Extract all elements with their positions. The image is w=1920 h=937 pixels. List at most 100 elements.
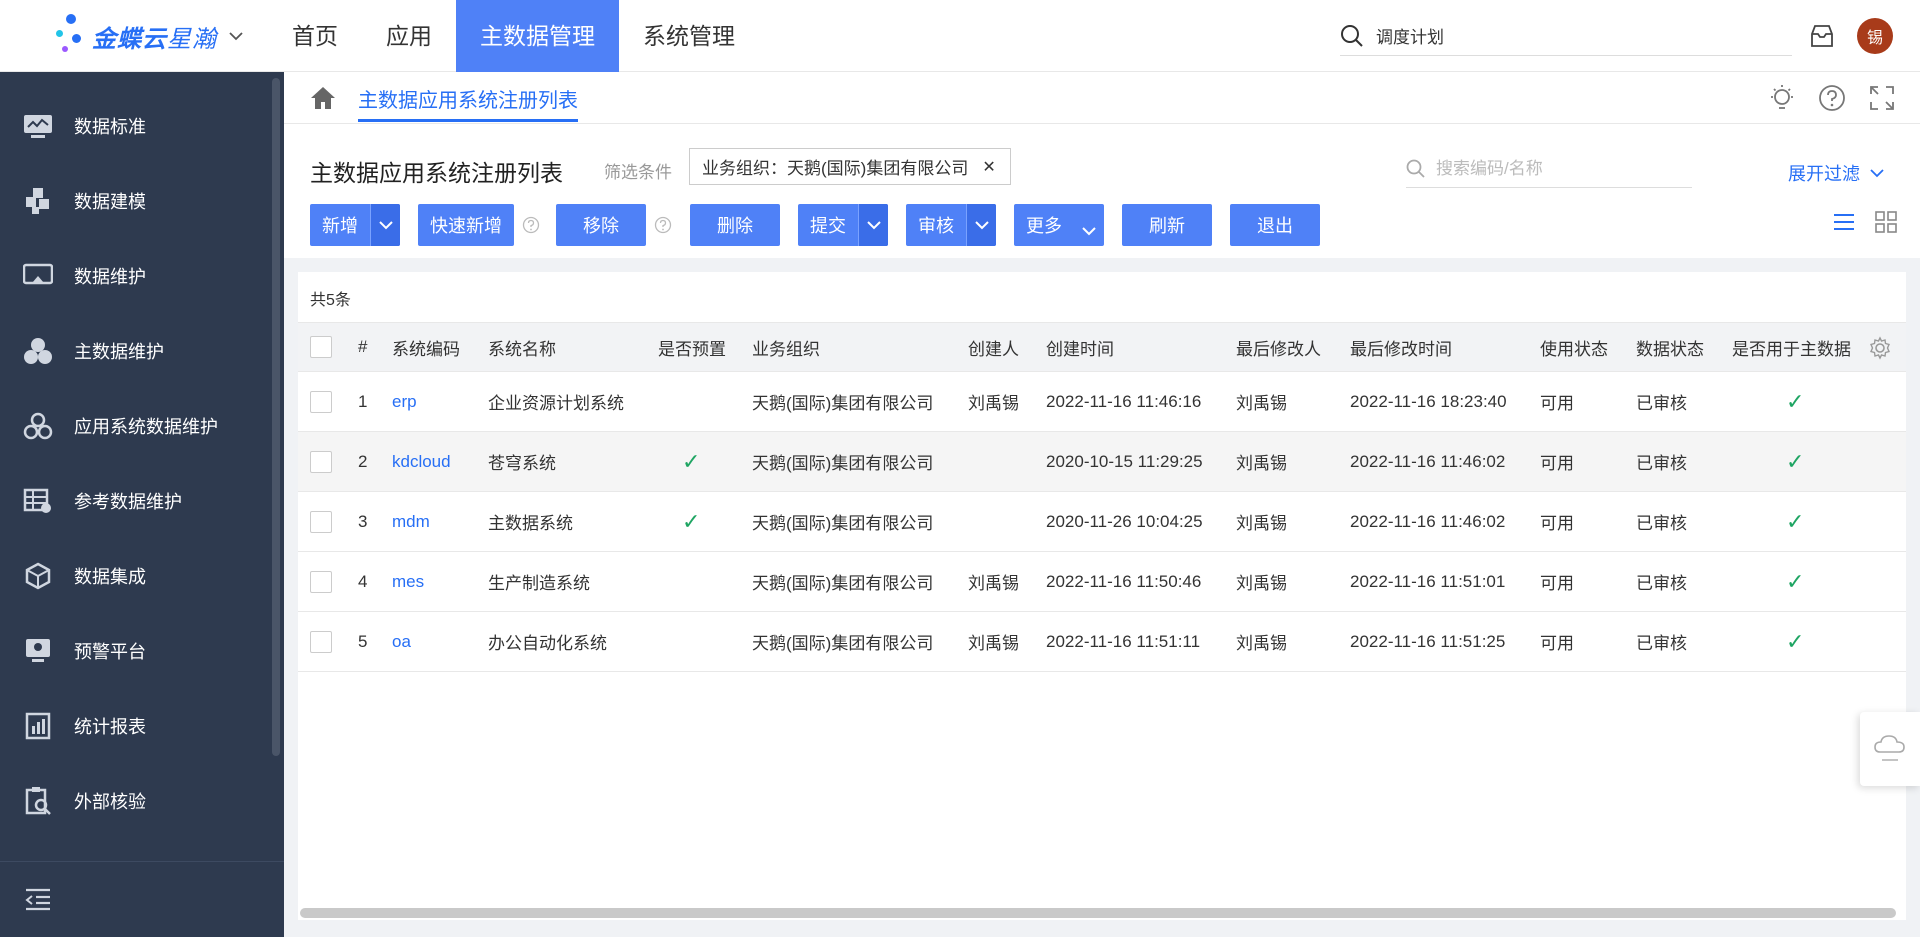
- table-row[interactable]: 4 mes 生产制造系统 天鹅(国际)集团有限公司 刘禹锡 2022-11-16 11:5…: [298, 552, 1906, 612]
- cell-modified: 2022-11-16 18:23:40: [1350, 391, 1507, 411]
- search-icon[interactable]: [1406, 159, 1426, 179]
- col-modifier[interactable]: 最后修改人: [1236, 323, 1321, 371]
- col-created[interactable]: 创建时间: [1046, 323, 1114, 371]
- report-icon: [22, 710, 54, 742]
- gear-icon[interactable]: [1868, 336, 1892, 360]
- cell-modified: 2022-11-16 11:51:01: [1350, 571, 1506, 591]
- sidebar-item-data-maintenance[interactable]: 数据维护: [0, 238, 270, 313]
- table-row[interactable]: 1 erp 企业资源计划系统 天鹅(国际)集团有限公司 刘禹锡 2022-11-16 11…: [298, 372, 1906, 432]
- col-creator[interactable]: 创建人: [968, 323, 1019, 371]
- cell-code[interactable]: kdcloud: [392, 432, 451, 491]
- row-checkbox[interactable]: [310, 612, 332, 671]
- lightbulb-icon[interactable]: [1768, 84, 1796, 112]
- page-title: 主数据应用系统注册列表: [310, 160, 563, 186]
- cell-use-status: 可用: [1540, 454, 1574, 473]
- sidebar-item-master-data[interactable]: 主数据维护: [0, 313, 270, 388]
- col-code[interactable]: 系统编码: [392, 323, 460, 371]
- check-icon: ✓: [1786, 448, 1805, 474]
- add-button[interactable]: 新增: [310, 204, 400, 246]
- cell-code[interactable]: mes: [392, 552, 424, 611]
- cell-name: 企业资源计划系统: [488, 394, 624, 413]
- sidebar-item-reference-data[interactable]: 参考数据维护: [0, 463, 270, 538]
- global-search-input[interactable]: [1376, 25, 1756, 46]
- cell-modifier: 刘禹锡: [1236, 634, 1287, 653]
- table-row[interactable]: 3 mdm 主数据系统 ✓ 天鹅(国际)集团有限公司 2020-11-26 10:04:2…: [298, 492, 1906, 552]
- sidebar-item-data-modeling[interactable]: 数据建模: [0, 163, 270, 238]
- cloud-widget[interactable]: [1860, 712, 1920, 786]
- mailbox-icon[interactable]: [1808, 22, 1836, 50]
- nav-apps[interactable]: 应用: [362, 0, 456, 72]
- tab-registry-list[interactable]: 主数据应用系统注册列表: [358, 84, 578, 122]
- chevron-down-icon[interactable]: [370, 204, 400, 246]
- chevron-down-icon[interactable]: [966, 204, 996, 246]
- sidebar-item-statistics[interactable]: 统计报表: [0, 688, 270, 763]
- sidebar-item-external-verify[interactable]: 外部核验: [0, 763, 270, 838]
- help-icon[interactable]: [654, 216, 672, 234]
- fullscreen-icon[interactable]: [1868, 84, 1896, 112]
- nav-master-data[interactable]: 主数据管理: [456, 0, 619, 72]
- cell-use-status: 可用: [1540, 394, 1574, 413]
- col-preset[interactable]: 是否预置: [658, 323, 726, 371]
- sidebar-scrollbar[interactable]: [272, 78, 280, 756]
- alert-screen-icon: [22, 635, 54, 667]
- brand-logo[interactable]: 金蝶云星瀚: [52, 12, 243, 60]
- sidebar-item-data-integration[interactable]: 数据集成: [0, 538, 270, 613]
- cell-code[interactable]: mdm: [392, 492, 430, 551]
- submit-button[interactable]: 提交: [798, 204, 888, 246]
- sidebar-item-alert-platform[interactable]: 预警平台: [0, 613, 270, 688]
- grid-view-icon[interactable]: [1874, 210, 1898, 234]
- remove-button[interactable]: 移除: [556, 204, 646, 246]
- row-checkbox[interactable]: [310, 432, 332, 491]
- sidebar-item-data-standard[interactable]: 数据标准: [0, 88, 270, 163]
- cell-code[interactable]: oa: [392, 612, 411, 671]
- sidebar-item-app-system-data[interactable]: 应用系统数据维护: [0, 388, 270, 463]
- col-for-master[interactable]: 是否用于主数据: [1732, 323, 1862, 371]
- nav-home[interactable]: 首页: [268, 0, 362, 72]
- cell-created: 2022-11-16 11:46:16: [1046, 391, 1202, 411]
- list-search-input[interactable]: [1436, 158, 1676, 179]
- delete-button[interactable]: 删除: [690, 204, 780, 246]
- select-all-checkbox[interactable]: [310, 323, 332, 371]
- table-row[interactable]: 5 oa 办公自动化系统 天鹅(国际)集团有限公司 刘禹锡 2022-11-16 11:5…: [298, 612, 1906, 672]
- nav-system[interactable]: 系统管理: [619, 0, 759, 72]
- col-org[interactable]: 业务组织: [752, 323, 820, 371]
- chevron-down-icon[interactable]: [229, 28, 243, 44]
- filter-tag[interactable]: 业务组织：天鹅(国际)集团有限公司 ✕: [689, 148, 1011, 185]
- collapse-sidebar-icon[interactable]: [24, 887, 52, 911]
- help-icon[interactable]: [1818, 84, 1846, 112]
- table-row[interactable]: 2 kdcloud 苍穹系统 ✓ 天鹅(国际)集团有限公司 2020-10-15 11:2…: [298, 432, 1906, 492]
- col-modified[interactable]: 最后修改时间: [1350, 323, 1452, 371]
- row-checkbox[interactable]: [310, 492, 332, 551]
- horizontal-scrollbar[interactable]: [300, 908, 1896, 918]
- cell-for-master: ✓: [1786, 492, 1804, 551]
- home-icon[interactable]: [310, 86, 336, 110]
- sidebar-divider: [0, 861, 284, 862]
- cell-org: 天鹅(国际)集团有限公司: [752, 574, 934, 593]
- cell-data-status: 已审核: [1636, 634, 1687, 653]
- user-avatar[interactable]: 锡: [1857, 18, 1893, 54]
- exit-button[interactable]: 退出: [1230, 204, 1320, 246]
- audit-button[interactable]: 审核: [906, 204, 996, 246]
- chevron-down-icon[interactable]: [858, 204, 888, 246]
- refresh-button[interactable]: 刷新: [1122, 204, 1212, 246]
- search-icon[interactable]: [1340, 24, 1364, 48]
- help-icon[interactable]: [522, 216, 540, 234]
- more-button[interactable]: 更多: [1014, 204, 1104, 246]
- col-data-status[interactable]: 数据状态: [1636, 323, 1704, 371]
- list-view-icon[interactable]: [1832, 210, 1856, 234]
- cell-code[interactable]: erp: [392, 372, 417, 431]
- cell-index: 4: [358, 571, 368, 591]
- cell-data-status: 已审核: [1636, 454, 1687, 473]
- col-name[interactable]: 系统名称: [488, 323, 556, 371]
- row-checkbox[interactable]: [310, 372, 332, 431]
- cell-modifier: 刘禹锡: [1236, 394, 1287, 413]
- check-icon: ✓: [1786, 508, 1805, 534]
- quick-add-button[interactable]: 快速新增: [418, 204, 514, 246]
- expand-filter-button[interactable]: 展开过滤: [1788, 160, 1884, 186]
- row-checkbox[interactable]: [310, 552, 332, 611]
- brand-name: 金蝶云星瀚: [92, 25, 217, 53]
- col-use-status[interactable]: 使用状态: [1540, 323, 1608, 371]
- record-count: 共5条: [310, 292, 351, 309]
- table-gear-icon: [22, 485, 54, 517]
- close-icon[interactable]: ✕: [982, 157, 995, 177]
